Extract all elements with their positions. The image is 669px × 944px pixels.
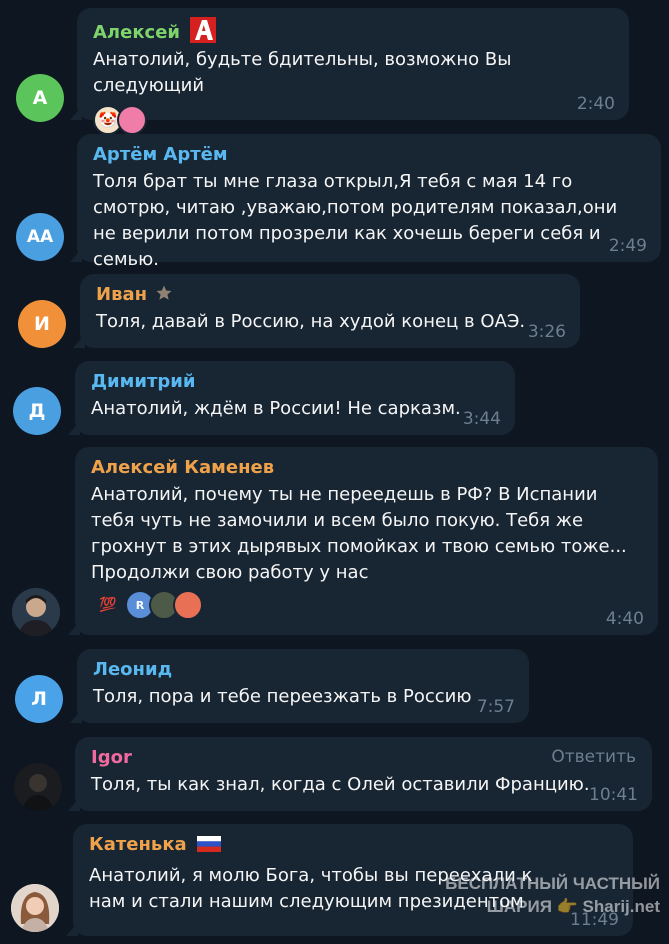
message-bubble[interactable]: Igor Ответить Толя, ты как знал, когда с… xyxy=(75,737,652,811)
sender-name[interactable]: Артём Артём xyxy=(93,143,645,167)
message-bubble[interactable]: Алексей Каменев Анатолий, почему ты не п… xyxy=(75,447,658,635)
avatar[interactable]: Д xyxy=(13,387,61,435)
avatar[interactable]: АА xyxy=(16,213,64,261)
message-bubble[interactable]: Артём Артём Толя брат ты мне глаза откры… xyxy=(77,134,661,270)
avatar[interactable]: А xyxy=(16,74,64,122)
sender-name[interactable]: Леонид xyxy=(93,658,513,682)
watermark: БЕСПЛАТНЫЙ ЧАСТНЫЙ ШАРИЯ 👉 Sharij.net xyxy=(430,872,660,918)
message-bubble[interactable]: Леонид Толя, пора и тебе переезжать в Ро… xyxy=(77,649,529,723)
reactions[interactable]: 💯 R xyxy=(91,590,642,620)
sender-name[interactable]: Катенька xyxy=(89,833,617,857)
avatar[interactable]: Л xyxy=(15,675,63,723)
message-bubble[interactable]: Алексей Анатолий, будьте бдительны, возм… xyxy=(77,8,629,135)
message-time: 3:26 xyxy=(527,322,566,342)
hundred-points-icon[interactable]: 💯 xyxy=(91,590,125,620)
avatar[interactable] xyxy=(11,884,59,932)
user-photo-woman-icon xyxy=(11,884,59,932)
message-time: 2:40 xyxy=(576,94,615,114)
star-icon xyxy=(156,285,172,300)
orange-avatar-icon[interactable] xyxy=(173,590,203,620)
message-text: Толя, ты как знал, когда с Олей оставили… xyxy=(91,774,590,795)
user-photo-icon xyxy=(12,588,60,636)
message-time: 2:49 xyxy=(608,236,647,256)
reply-button[interactable]: Ответить xyxy=(551,747,636,767)
message-time: 3:44 xyxy=(462,409,501,429)
message-time: 7:57 xyxy=(476,697,515,717)
red-letter-a-logo-icon xyxy=(190,17,217,43)
avatar-initials: А xyxy=(32,87,48,109)
message-text: Анатолий, почему ты не переедешь в РФ? В… xyxy=(91,484,627,583)
sender-name[interactable]: Иван xyxy=(96,283,564,307)
reactions[interactable]: 🤡 xyxy=(93,105,613,135)
russian-flag-icon xyxy=(196,836,221,852)
avatar-initials: И xyxy=(34,313,50,335)
message-bubble[interactable]: Иван Толя, давай в Россию, на худой коне… xyxy=(80,274,580,348)
avatar-initials: АА xyxy=(26,227,54,247)
message-text: Толя, давай в Россию, на худой конец в О… xyxy=(96,311,526,332)
sender-label: Катенька xyxy=(89,834,187,855)
pink-circle-icon[interactable] xyxy=(117,105,147,135)
avatar[interactable] xyxy=(14,763,62,811)
watermark-line-2: ШАРИЯ 👉 Sharij.net xyxy=(486,897,660,916)
message-text: Анатолий, будьте бдительны, возможно Вы … xyxy=(93,49,512,96)
avatar[interactable]: И xyxy=(18,300,66,348)
message-bubble[interactable]: Димитрий Анатолий, ждём в России! Не сар… xyxy=(75,361,515,435)
sender-label: Иван xyxy=(96,284,148,305)
avatar-initials: Л xyxy=(31,688,47,710)
reaction-initial: R xyxy=(135,598,145,612)
message-time: 4:40 xyxy=(605,609,644,629)
message-text: Толя брат ты мне глаза открыл,Я тебя с м… xyxy=(93,171,618,270)
avatar-initials: Д xyxy=(28,400,46,422)
sender-name[interactable]: Алексей Каменев xyxy=(91,456,642,480)
message-text: Анатолий, ждём в России! Не сарказм. xyxy=(91,398,461,419)
sender-label: Алексей xyxy=(93,22,181,43)
sender-name[interactable]: Димитрий xyxy=(91,370,499,394)
user-photo-dark-icon xyxy=(14,763,62,811)
chat-history: А Алексей Анатолий, будьте бдительны, во… xyxy=(0,0,669,944)
sender-name[interactable]: Алексей xyxy=(93,17,613,45)
avatar[interactable] xyxy=(12,588,60,636)
message-time: 10:41 xyxy=(589,785,638,805)
message-text: Толя, пора и тебе переезжать в Россию xyxy=(93,686,472,707)
watermark-line-1: БЕСПЛАТНЫЙ ЧАСТНЫЙ xyxy=(445,874,660,893)
